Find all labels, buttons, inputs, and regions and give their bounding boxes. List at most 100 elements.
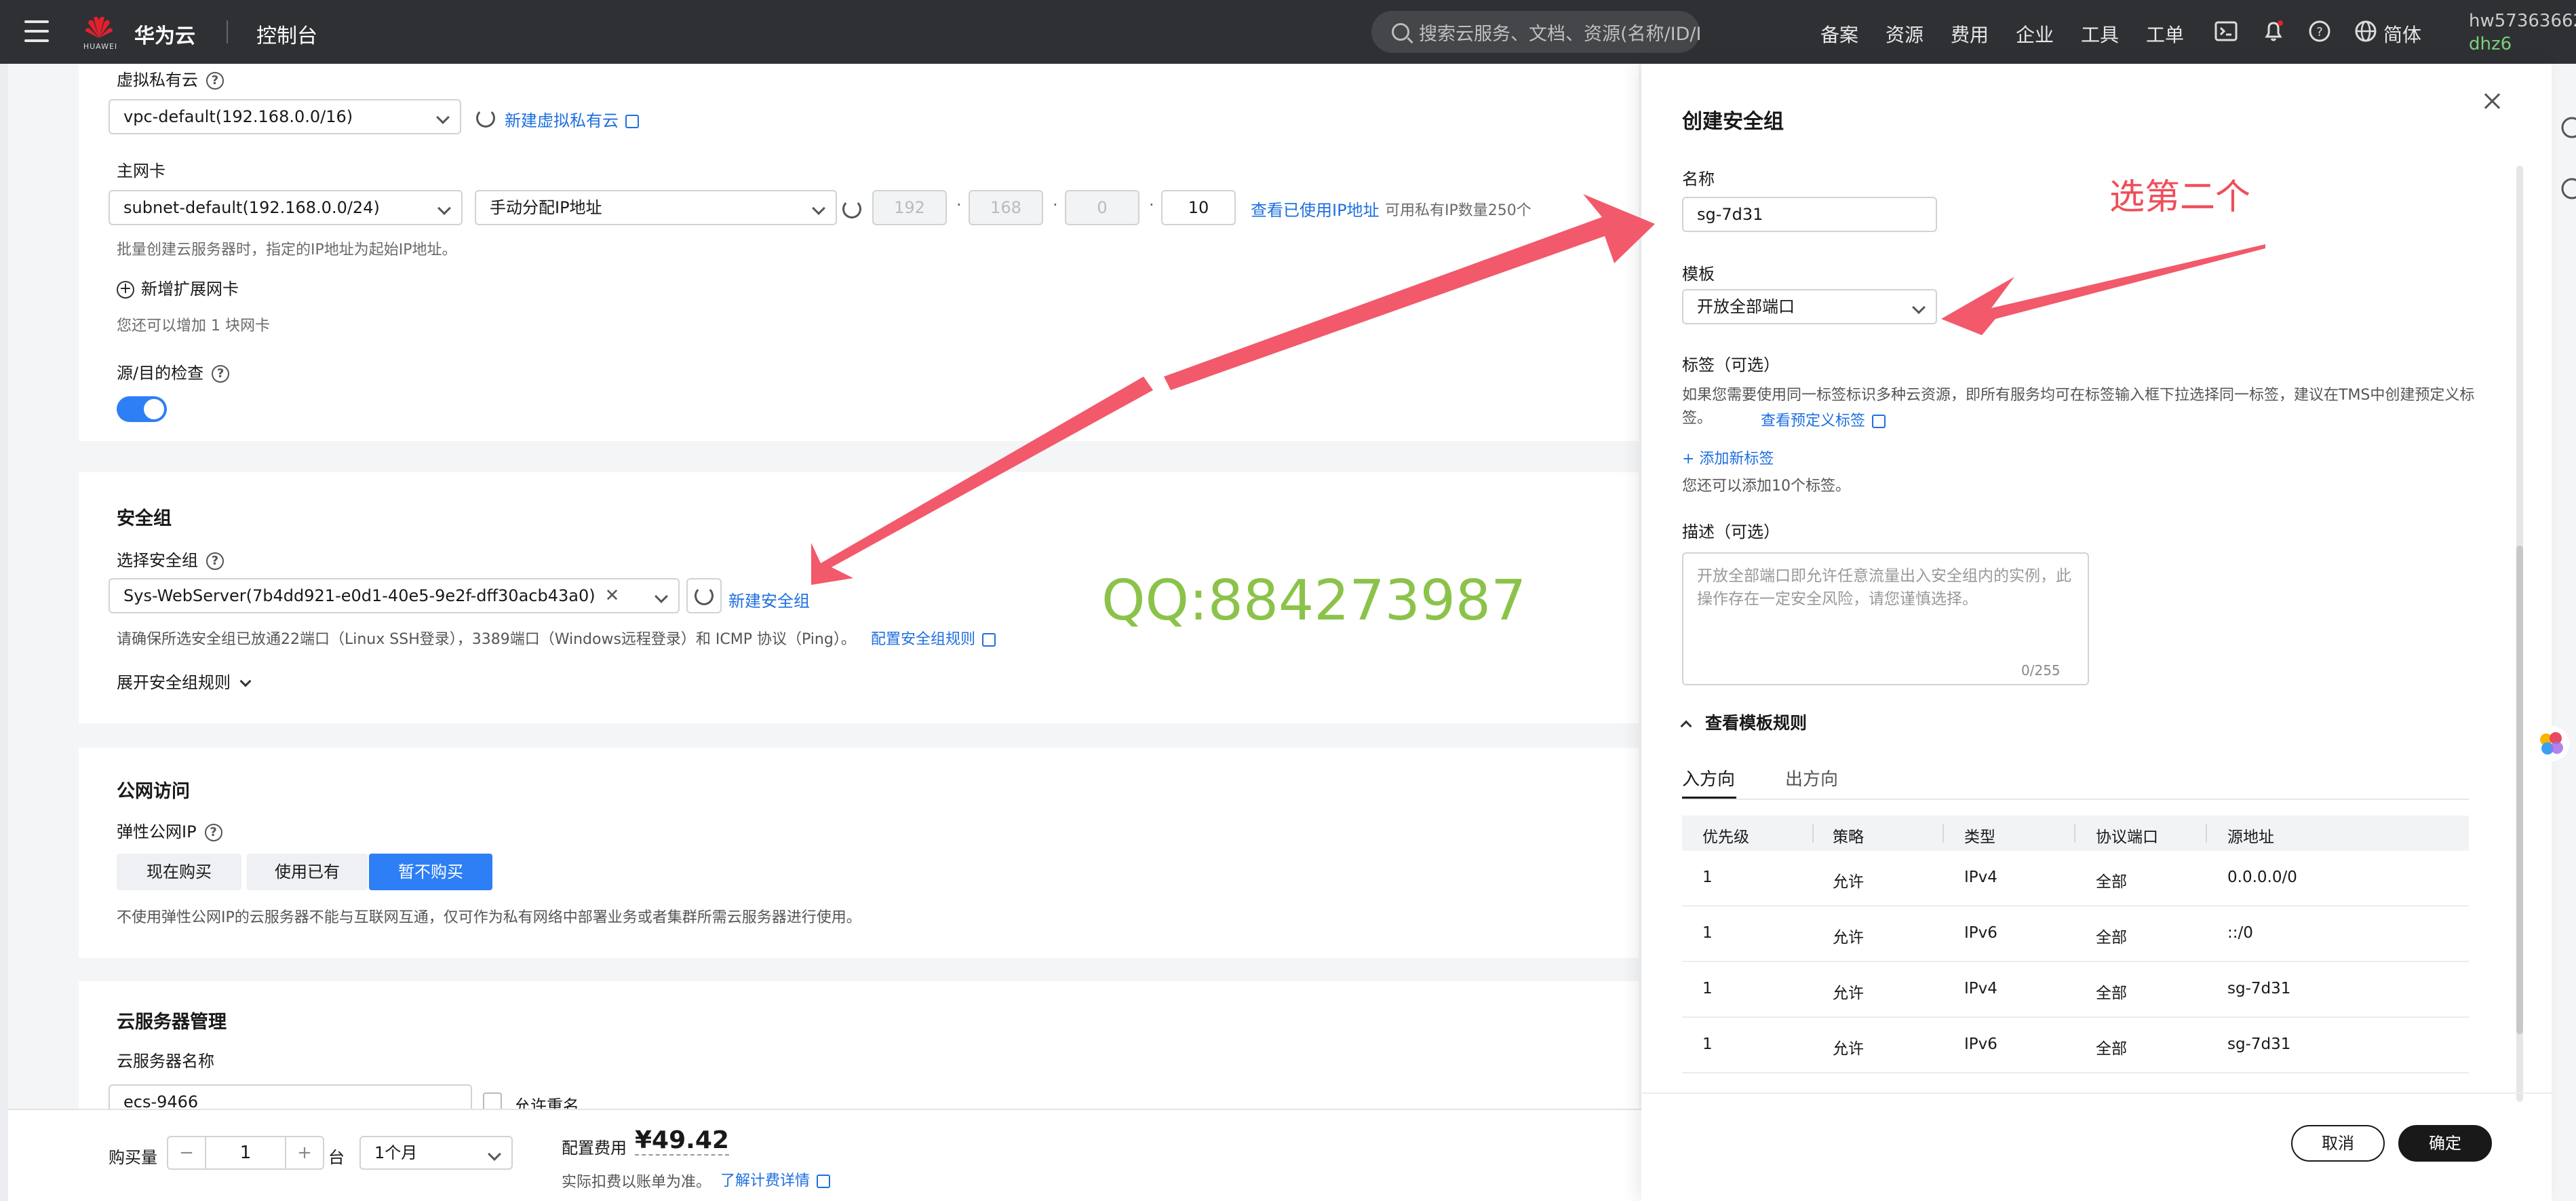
create-security-group-link[interactable]: 新建安全组 — [728, 588, 810, 611]
nav-tools[interactable]: 工具 — [2081, 20, 2119, 47]
user-name: hw57363662 — [2469, 11, 2576, 31]
nav-resources[interactable]: 资源 — [1886, 20, 1924, 47]
assistant-float-icon[interactable] — [2533, 725, 2571, 763]
quantity-unit: 台 — [328, 1148, 345, 1167]
selected-sg-tag: Sys-WebServer(7b4dd921-e0d1-40e5-9e2f-df… — [123, 586, 596, 605]
tag-label: 标签（可选） — [1682, 356, 1780, 375]
create-vpc-link[interactable]: 新建虚拟私有云 — [505, 107, 639, 131]
confirm-button[interactable]: 确定 — [2398, 1125, 2492, 1162]
cell-policy: 允许 — [1833, 985, 1864, 1002]
huawei-logo[interactable]: HUAWEI — [80, 12, 118, 52]
cell-type: IPv4 — [1964, 869, 1997, 886]
subnet-select[interactable]: subnet-default(192.168.0.0/24) — [109, 190, 463, 225]
globe-icon[interactable] — [2354, 19, 2378, 43]
expand-sg-rules[interactable]: 展开安全组规则 — [117, 669, 252, 693]
available-ip-count: 可用私有IP数量250个 — [1385, 202, 1531, 219]
help-icon[interactable]: ? — [212, 365, 230, 383]
ip-octet-1: 192 — [872, 190, 947, 225]
refresh-icon[interactable] — [842, 199, 861, 218]
nav-billing[interactable]: 费用 — [1951, 20, 1989, 47]
rules-table-header: 优先级 策略 类型 协议端口 源地址 — [1682, 816, 2469, 851]
plus-circle-icon: + — [117, 281, 134, 299]
template-select[interactable]: 开放全部端口 — [1682, 289, 1937, 324]
select-sg-label: 选择安全组? — [117, 547, 224, 571]
cell-priority: 1 — [1702, 869, 1713, 886]
refresh-icon[interactable] — [476, 109, 495, 128]
chevron-down-icon — [655, 590, 668, 603]
table-row: 1 允许 IPv4 全部 sg-7d31 — [1682, 962, 2469, 1018]
fee-amount[interactable]: ¥49.42 — [635, 1126, 729, 1156]
template-label: 模板 — [1682, 265, 1715, 284]
security-group-select[interactable]: Sys-WebServer(7b4dd921-e0d1-40e5-9e2f-df… — [109, 578, 680, 613]
drawer-title: 创建安全组 — [1682, 110, 1784, 134]
help-icon[interactable]: ? — [206, 552, 224, 570]
duration-select[interactable]: 1个月 — [359, 1136, 513, 1170]
chevron-down-icon — [488, 1147, 501, 1161]
help-icon[interactable]: ? — [206, 72, 224, 90]
ip-octet-4-input[interactable]: 10 — [1161, 190, 1236, 225]
user-subaccount: dhz6 — [2469, 34, 2512, 54]
nic-label: 主网卡 — [117, 161, 165, 180]
tab-outbound[interactable]: 出方向 — [1785, 765, 1838, 790]
nav-filing[interactable]: 备案 — [1820, 20, 1858, 47]
user-account[interactable]: hw57363662 dhz6 — [2469, 9, 2576, 56]
view-used-ip-link[interactable]: 查看已使用IP地址 — [1251, 197, 1380, 221]
vpc-select[interactable]: vpc-default(192.168.0.0/16) — [109, 99, 461, 134]
add-tag-link[interactable]: + 添加新标签 — [1682, 446, 1774, 468]
ip-dot: · — [956, 195, 962, 214]
help-float-icon[interactable] — [2557, 114, 2576, 141]
col-source: 源地址 — [2227, 828, 2274, 846]
tab-inbound[interactable]: 入方向 — [1682, 765, 1735, 790]
tag-count-hint: 您还可以添加10个标签。 — [1682, 478, 1850, 495]
remove-tag-icon[interactable]: ✕ — [605, 579, 620, 612]
language-switch[interactable]: 简体 — [2383, 20, 2421, 47]
feedback-float-icon[interactable] — [2557, 175, 2576, 202]
eip-buy-now[interactable]: 现在购买 — [117, 854, 241, 890]
view-template-rules-toggle[interactable]: 查看模板规则 — [1680, 710, 1807, 734]
eip-use-existing[interactable]: 使用已有 — [247, 854, 368, 890]
ip-mode-select[interactable]: 手动分配IP地址 — [475, 190, 837, 225]
col-separator — [1812, 824, 1814, 843]
cell-priority: 1 — [1702, 924, 1713, 942]
cancel-button[interactable]: 取消 — [2291, 1125, 2385, 1162]
increment-button[interactable]: + — [285, 1137, 323, 1168]
external-link-icon — [982, 633, 996, 647]
quantity-value[interactable]: 1 — [206, 1137, 285, 1168]
table-row: 1 允许 IPv6 全部 ::/0 — [1682, 907, 2469, 962]
batch-ip-hint: 批量创建云服务器时，指定的IP地址为起始IP地址。 — [117, 242, 457, 259]
sg-name-input[interactable]: sg-7d31 — [1682, 197, 1937, 232]
close-icon[interactable] — [2482, 91, 2503, 111]
fee-hint: 实际扣费以账单为准。 — [562, 1174, 711, 1191]
decrement-button[interactable]: − — [168, 1137, 206, 1168]
col-type: 类型 — [1964, 828, 1995, 846]
create-sg-drawer: 创建安全组 名称 sg-7d31 模板 开放全部端口 标签（可选） 如果您需要使… — [1641, 64, 2552, 1201]
src-dst-check-toggle[interactable] — [117, 396, 167, 422]
nav-tickets[interactable]: 工单 — [2146, 20, 2184, 47]
nav-enterprise[interactable]: 企业 — [2016, 20, 2054, 47]
col-priority: 优先级 — [1702, 828, 1749, 846]
config-sg-rules-link[interactable]: 配置安全组规则 — [871, 627, 996, 649]
sg-name-label: 名称 — [1682, 170, 1715, 189]
drawer-scrollbar[interactable] — [2516, 166, 2523, 1102]
external-link-icon — [625, 115, 639, 128]
cloud-shell-icon[interactable] — [2214, 19, 2238, 43]
eip-not-buy[interactable]: 暂不购买 — [369, 854, 492, 890]
global-search[interactable]: 搜索云服务、文档、资源(名称/ID/IP)、快捷... — [1371, 11, 1700, 53]
desc-char-count: 0/255 — [2021, 662, 2061, 679]
help-icon[interactable]: ? — [2307, 19, 2332, 43]
scrollbar-thumb[interactable] — [2516, 546, 2523, 1034]
notification-bell-icon[interactable] — [2261, 19, 2286, 43]
refresh-sg-button[interactable] — [686, 578, 722, 613]
chevron-down-icon — [812, 202, 825, 215]
cell-port: 全部 — [2096, 985, 2127, 1002]
brand-name[interactable]: 华为云 — [134, 19, 195, 49]
quantity-stepper[interactable]: − 1 + — [167, 1136, 324, 1170]
view-predefined-tags-link[interactable]: 查看预定义标签 — [1761, 408, 1886, 430]
cell-type: IPv6 — [1964, 924, 1997, 942]
add-nic-button[interactable]: + 新增扩展网卡 — [117, 275, 239, 299]
menu-icon[interactable] — [24, 20, 49, 42]
help-icon[interactable]: ? — [204, 824, 222, 841]
console-link[interactable]: 控制台 — [256, 19, 317, 49]
col-separator — [2074, 824, 2075, 843]
billing-details-link[interactable]: 了解计费详情 — [720, 1168, 831, 1190]
